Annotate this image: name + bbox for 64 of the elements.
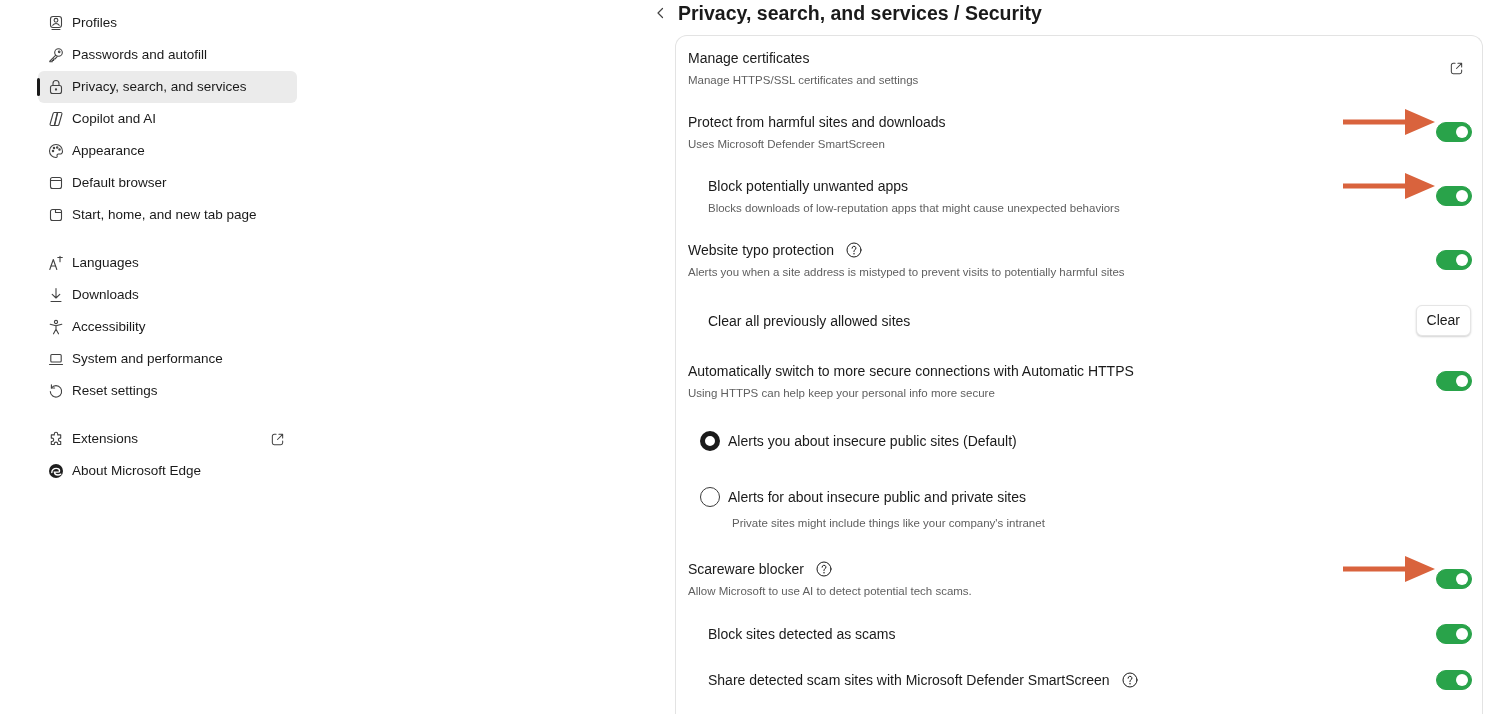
- sidebar-item[interactable]: Privacy, search, and services: [38, 71, 297, 103]
- sidebar-item[interactable]: Profiles: [38, 7, 297, 39]
- setting-title: Alerts for about insecure public and private sites: [728, 488, 1027, 507]
- radio-button[interactable]: [700, 431, 720, 451]
- setting-title: Manage certificates: [688, 49, 810, 68]
- sidebar-item[interactable]: Reset settings: [38, 375, 297, 407]
- person-card-icon: [48, 15, 64, 31]
- setting-title: Share detected scam sites with Microsoft Defender SmartScreen: [708, 671, 1110, 690]
- tab-page-icon: [48, 207, 64, 223]
- action-button[interactable]: Clear: [1415, 305, 1471, 336]
- toggle-switch[interactable]: [1436, 186, 1472, 206]
- setting-title: Clear all previously allowed sites: [708, 311, 911, 331]
- page-title: Privacy, search, and services / Security: [678, 1, 1042, 26]
- lock-icon: [48, 79, 64, 95]
- help-icon[interactable]: [1121, 672, 1138, 688]
- sidebar-item[interactable]: Appearance: [38, 135, 297, 167]
- back-button[interactable]: [656, 7, 665, 19]
- puzzle-icon: [48, 431, 64, 447]
- external-link-icon[interactable]: [270, 431, 285, 447]
- window-icon: [48, 175, 64, 191]
- sidebar-item[interactable]: Extensions: [38, 423, 297, 455]
- toggle-switch[interactable]: [1436, 371, 1472, 391]
- sidebar-item[interactable]: Accessibility: [38, 311, 297, 343]
- chevron-left-icon: [656, 7, 665, 19]
- radio-button[interactable]: [700, 487, 720, 507]
- palette-icon: [48, 143, 64, 159]
- sidebar-item[interactable]: Downloads: [38, 279, 297, 311]
- sidebar-item[interactable]: Languages: [38, 247, 297, 279]
- toggle-switch[interactable]: [1436, 569, 1472, 589]
- translate-icon: [48, 255, 64, 271]
- sidebar-item[interactable]: System and performance: [38, 343, 297, 375]
- setting-title: Alerts you about insecure public sites (Default): [728, 432, 1017, 451]
- sidebar-item[interactable]: Passwords and autofill: [38, 39, 297, 71]
- key-icon: [48, 47, 64, 63]
- download-icon: [48, 287, 64, 303]
- help-icon[interactable]: [815, 561, 832, 577]
- toggle-switch[interactable]: [1436, 624, 1472, 644]
- setting-description: Using HTTPS can help keep your personal info more secure: [688, 386, 996, 401]
- setting-title: Block sites detected as scams: [708, 625, 896, 644]
- help-icon[interactable]: [846, 242, 863, 258]
- setting-title: Protect from harmful sites and downloads: [688, 113, 946, 132]
- toggle-switch[interactable]: [1436, 250, 1472, 270]
- setting-title: Scareware blocker: [688, 560, 804, 579]
- setting-description: Uses Microsoft Defender SmartScreen: [688, 137, 886, 152]
- toggle-switch[interactable]: [1436, 122, 1472, 142]
- toggle-switch[interactable]: [1436, 670, 1472, 690]
- sidebar-item[interactable]: Default browser: [38, 167, 297, 199]
- overlapping-shapes-icon: [48, 111, 64, 127]
- setting-title: Website typo protection: [688, 241, 835, 260]
- setting-description: Alerts you when a site address is mistyped to prevent visits to potentially harmful sites: [688, 265, 1126, 280]
- accessibility-icon: [48, 319, 64, 335]
- setting-title: Automatically switch to more secure connections with Automatic HTTPS: [688, 362, 1134, 381]
- external-link-icon[interactable]: [1449, 60, 1464, 76]
- sidebar-item[interactable]: About Microsoft Edge: [38, 455, 297, 487]
- sidebar-item[interactable]: Start, home, and new tab page: [38, 199, 297, 231]
- setting-description: Allow Microsoft to use AI to detect potential tech scams.: [688, 584, 973, 599]
- laptop-icon: [48, 351, 64, 367]
- setting-description: Manage HTTPS/SSL certificates and settings: [688, 73, 920, 88]
- setting-title: Block potentially unwanted apps: [708, 177, 909, 196]
- setting-description: Blocks downloads of low-reputation apps that might cause unexpected behaviors: [708, 201, 1121, 216]
- setting-description: Private sites might include things like your company's intranet: [732, 516, 1046, 531]
- sidebar-item[interactable]: Copilot and AI: [38, 103, 297, 135]
- reset-icon: [48, 383, 64, 399]
- swirl-logo-icon: [48, 463, 64, 479]
